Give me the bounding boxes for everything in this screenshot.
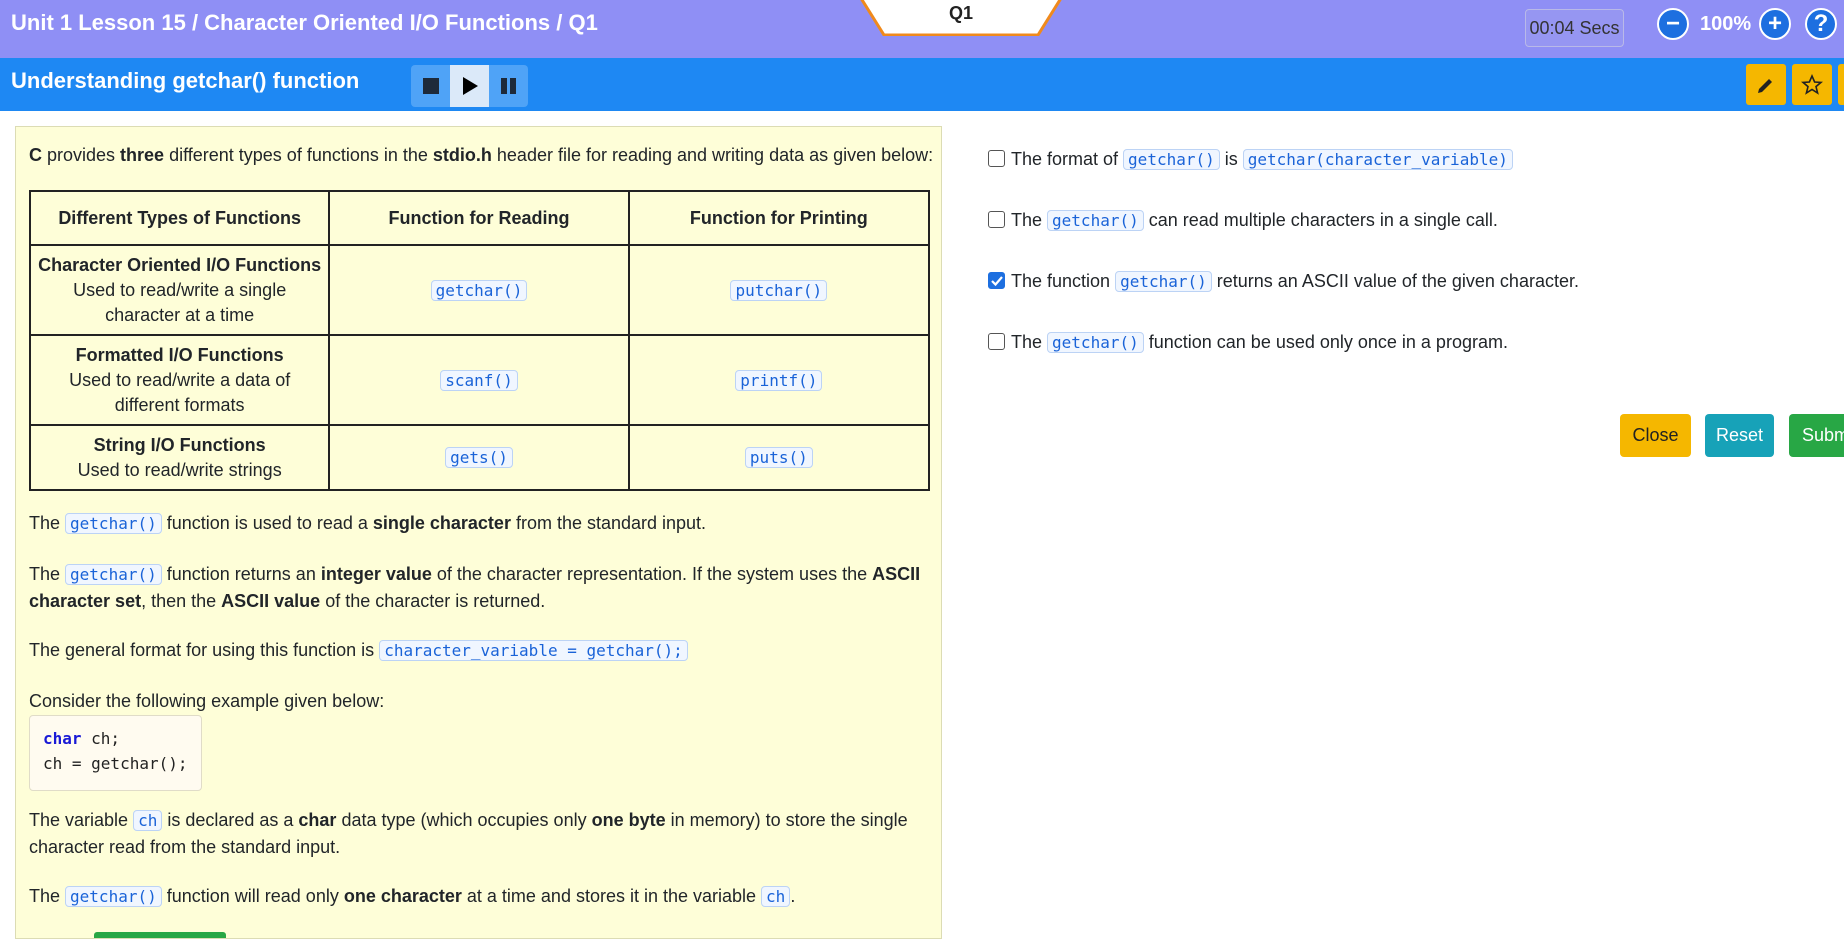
sub-bar: Understanding getchar() function — [0, 58, 1844, 111]
lesson-content-panel: C provides three different types of func… — [15, 126, 942, 939]
intro-text: C provides three different types of func… — [29, 145, 934, 165]
close-button[interactable]: Close — [1620, 414, 1691, 457]
option-3-checkbox[interactable] — [988, 272, 1005, 289]
table-cell-print: putchar() — [627, 244, 931, 336]
plus-icon: + — [1767, 10, 1782, 37]
table-cell-type: String I/O Functions Used to read/write s… — [28, 424, 331, 491]
code-example-block: char ch; ch = getchar(); — [29, 715, 202, 791]
table-cell-type: Character Oriented I/O Functions Used to … — [28, 244, 331, 336]
bookmark-button[interactable] — [1792, 64, 1832, 105]
play-button[interactable] — [450, 65, 489, 107]
lesson-title: Understanding getchar() function — [11, 68, 360, 93]
stop-button[interactable] — [411, 65, 450, 107]
reset-button[interactable]: Reset — [1705, 414, 1774, 457]
option-1[interactable]: The format of getchar() is getchar(chara… — [988, 146, 1513, 173]
paragraph-one-character: The getchar() function will read only on… — [29, 886, 796, 907]
question-tab-label: Q1 — [948, 3, 973, 23]
minus-icon: − — [1665, 10, 1680, 37]
star-icon — [1801, 74, 1823, 95]
stop-icon — [423, 78, 439, 94]
table-header-cell: Function for Reading — [328, 190, 630, 246]
table-cell-read: scanf() — [328, 334, 630, 426]
table-header-cell: Different Types of Functions — [28, 190, 331, 246]
table-header-cell: Function for Printing — [627, 190, 931, 246]
table-cell-print: printf() — [627, 334, 931, 426]
option-2[interactable]: The getchar() can read multiple characte… — [988, 207, 1498, 234]
question-mark-icon: ? — [1813, 10, 1829, 37]
edit-button[interactable] — [1746, 64, 1786, 105]
code-line: char ch; — [43, 729, 121, 748]
function-types-table: Different Types of Functions Function fo… — [28, 190, 931, 491]
zoom-level: 100% — [1700, 13, 1752, 35]
paragraph-general-format: The general format for using this functi… — [29, 637, 929, 664]
code-line: ch = getchar(); — [43, 754, 188, 773]
top-bar: Unit 1 Lesson 15 / Character Oriented I/… — [0, 0, 1844, 58]
table-row: Formatted I/O Functions Used to read/writ… — [28, 334, 931, 426]
play-icon — [463, 77, 478, 95]
media-controls — [411, 65, 528, 107]
pause-button[interactable] — [489, 65, 528, 107]
option-2-checkbox[interactable] — [988, 211, 1005, 228]
table-cell-type: Formatted I/O Functions Used to read/writ… — [28, 334, 331, 426]
pencil-icon — [1758, 79, 1772, 93]
checkmark-icon — [991, 276, 1003, 287]
table-header-row: Different Types of Functions Function fo… — [28, 190, 931, 246]
paragraph-example-intro: Consider the following example given bel… — [29, 691, 385, 711]
submit-button[interactable]: Submit — [1789, 414, 1844, 457]
question-tab[interactable]: Q1 — [858, 0, 1064, 36]
more-button[interactable] — [1838, 64, 1844, 105]
option-4-checkbox[interactable] — [988, 333, 1005, 350]
table-cell-read: gets() — [328, 424, 630, 491]
zoom-in-button[interactable]: + — [1759, 8, 1791, 40]
paragraph-getchar-return: The getchar() function returns an intege… — [29, 564, 921, 611]
paragraph-getchar-purpose: The getchar() function is used to read a… — [29, 513, 707, 534]
pause-icon — [501, 78, 516, 94]
paragraph-variable-ch: The variable ch is declared as a char da… — [29, 810, 908, 857]
table-cell-print: puts() — [627, 424, 931, 491]
option-4[interactable]: The getchar() function can be used only … — [988, 329, 1508, 356]
breadcrumb: Unit 1 Lesson 15 / Character Oriented I/… — [11, 10, 598, 35]
partially-visible-button[interactable] — [94, 932, 226, 938]
table-row: String I/O Functions Used to read/write s… — [28, 424, 931, 491]
zoom-out-button[interactable]: − — [1657, 8, 1689, 40]
option-1-checkbox[interactable] — [988, 150, 1005, 167]
table-row: Character Oriented I/O Functions Used to … — [28, 244, 931, 336]
table-cell-read: getchar() — [328, 244, 630, 336]
timer: 00:04 Secs — [1525, 9, 1624, 47]
help-button[interactable]: ? — [1805, 8, 1837, 40]
option-3[interactable]: The function getchar() returns an ASCII … — [988, 268, 1579, 295]
